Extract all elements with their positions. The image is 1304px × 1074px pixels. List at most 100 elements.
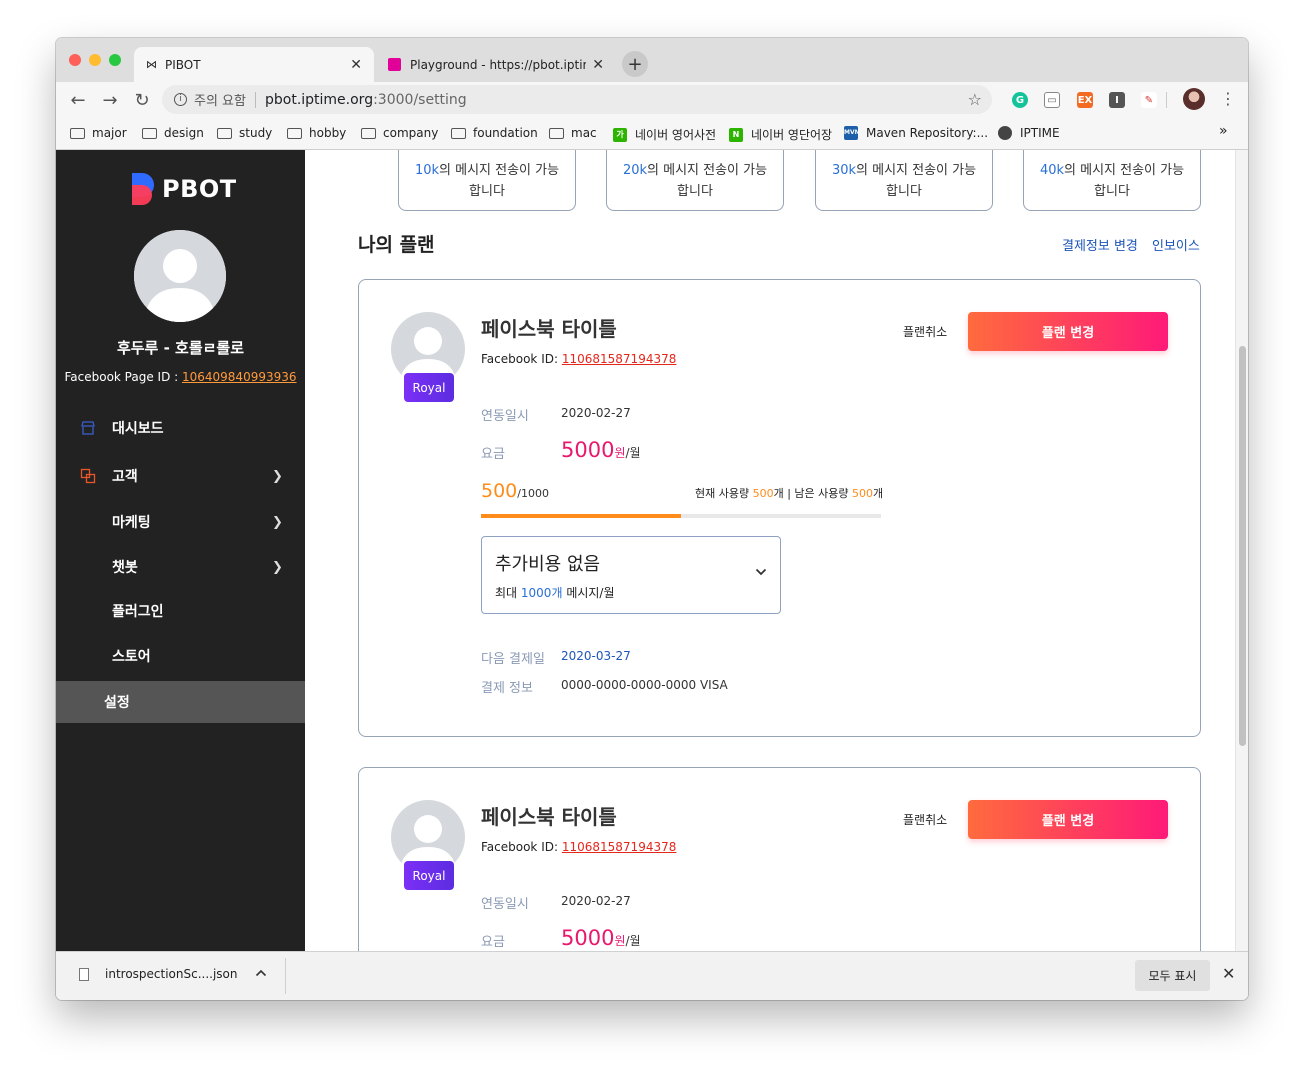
plan-card: Royal 페이스북 타이틀 Facebook ID: 110681587194… (358, 767, 1201, 951)
change-plan-button[interactable]: 플랜 변경 (968, 312, 1168, 351)
scrollbar[interactable] (1235, 150, 1248, 951)
globe-icon (998, 126, 1012, 140)
bookmark-folder-study[interactable]: study (217, 126, 272, 140)
linked-date-value: 2020-02-27 (561, 406, 631, 420)
bookmark-folder-hobby[interactable]: hobby (287, 126, 346, 140)
sidebar-item-chatbot[interactable]: 챗봇 ❯ (56, 547, 305, 587)
back-icon[interactable]: ← (66, 88, 90, 112)
bookmark-label: study (239, 126, 273, 140)
sidebar: PBOT 후두루 - 호롤ㄹ롤로 Facebook Page ID : 1064… (56, 150, 305, 951)
naver-dict-icon: 가 (613, 127, 627, 142)
address-divider (254, 91, 256, 108)
sidebar-item-store[interactable]: 스토어 (56, 636, 305, 676)
tab-title: Playground - https://pbot.iptime.org (410, 57, 586, 72)
chevron-up-icon[interactable] (255, 966, 267, 981)
bookmark-folder-design[interactable]: design (142, 126, 204, 140)
bookmark-iptime[interactable]: IPTIME (998, 126, 1060, 140)
sidebar-item-marketing[interactable]: 마케팅 ❯ (56, 502, 305, 542)
close-window-button[interactable] (69, 54, 81, 66)
bookmark-folder-company[interactable]: company (361, 126, 438, 140)
addon-dropdown[interactable]: 추가비용 없음 최대 1000개 메시지/월 (481, 536, 781, 614)
profile-avatar-icon[interactable] (1183, 88, 1205, 110)
bookmark-label: 네이버 영어사전 (635, 128, 717, 142)
forward-icon[interactable]: → (98, 88, 122, 112)
bookmarks-overflow-button[interactable]: » (1219, 123, 1228, 139)
usage-text: 개 (873, 487, 884, 500)
facebook-id: Facebook ID: 110681587194378 (481, 352, 676, 366)
facebook-id-label: Facebook ID: (481, 352, 562, 366)
tab-pibot[interactable]: ⋈ PIBOT ✕ (134, 47, 374, 82)
addon-title: 추가비용 없음 (495, 554, 601, 575)
folder-icon (142, 127, 157, 139)
pibot-favicon-icon: ⋈ (146, 58, 157, 71)
tier-card-10k[interactable]: 10k의 메시지 전송이 가능 합니다 (398, 150, 576, 211)
profile-name: 후두루 - 호롤ㄹ롤로 (116, 339, 245, 357)
tier-card-40k[interactable]: 40k의 메시지 전송이 가능 합니다 (1023, 150, 1201, 211)
minimize-window-button[interactable] (89, 54, 101, 66)
bookmark-folder-major[interactable]: major (70, 126, 127, 140)
bookmark-label: hobby (309, 126, 347, 140)
show-all-button[interactable]: 모두 표시 (1135, 960, 1210, 991)
bookmark-label: mac (571, 126, 597, 140)
sidebar-item-label: 스토어 (112, 649, 151, 665)
cast-icon[interactable]: ▭ (1044, 92, 1060, 108)
bookmark-naver-wordbook[interactable]: N 네이버 영단어장 (729, 126, 832, 143)
reload-icon[interactable]: ↻ (130, 88, 154, 112)
bookmark-label: major (92, 126, 127, 140)
profile-avatar (134, 230, 226, 322)
tier-qty: 40k (1039, 163, 1065, 178)
sidebar-item-plugin[interactable]: 플러그인 (56, 591, 305, 631)
billing-info-link[interactable]: 결제정보 변경 (1062, 235, 1138, 254)
tier-text: 의 메시지 전송이 가능 (439, 163, 560, 178)
folder-icon (451, 127, 466, 139)
usage-max: /1000 (517, 487, 549, 500)
close-icon[interactable]: ✕ (1222, 964, 1235, 983)
linked-date-label: 연동일시 (481, 897, 529, 912)
info-icon[interactable]: i (174, 93, 187, 106)
download-item[interactable]: introspectionSc....json (79, 967, 238, 981)
tier-text: 의 메시지 전송이 가능 (1064, 163, 1185, 178)
royal-badge: Royal (404, 373, 454, 402)
new-tab-button[interactable]: + (622, 51, 648, 77)
sidebar-item-settings[interactable]: 설정 (56, 681, 305, 723)
extension-info-icon[interactable]: I (1109, 92, 1125, 108)
menu-kebab-icon[interactable]: ⋮ (1220, 89, 1236, 108)
cancel-plan-button[interactable]: 플랜취소 (903, 811, 947, 828)
chevron-right-icon: ❯ (272, 468, 283, 484)
scrollbar-thumb[interactable] (1239, 346, 1246, 746)
tab-close-icon[interactable]: ✕ (350, 57, 362, 73)
invoice-link[interactable]: 인보이스 (1152, 235, 1200, 254)
tier-card-30k[interactable]: 30k의 메시지 전송이 가능 합니다 (815, 150, 993, 211)
sidebar-item-dashboard[interactable]: 대시보드 (56, 408, 305, 448)
bookmark-folder-mac[interactable]: mac (549, 126, 597, 140)
bookmark-maven[interactable]: MVN Maven Repository:... (844, 126, 988, 140)
tab-close-icon[interactable]: ✕ (592, 57, 604, 73)
bookmark-folder-foundation[interactable]: foundation (451, 126, 538, 140)
tier-card-20k[interactable]: 20k의 메시지 전송이 가능 합니다 (606, 150, 784, 211)
price-period: /월 (625, 446, 641, 460)
maximize-window-button[interactable] (109, 54, 121, 66)
price-value: 5000원/월 (561, 438, 641, 462)
facebook-id-link[interactable]: 110681587194378 (562, 840, 677, 854)
sidebar-item-label: 플러그인 (112, 604, 164, 620)
tab-playground[interactable]: Playground - https://pbot.iptime.org ✕ (376, 47, 616, 82)
plan-card: Royal 페이스북 타이틀 Facebook ID: 110681587194… (358, 279, 1201, 737)
extension-pen-icon[interactable]: ✎ (1141, 92, 1157, 108)
grammarly-icon[interactable]: G (1012, 92, 1028, 108)
pbot-logo[interactable]: PBOT (132, 173, 237, 205)
cancel-plan-button[interactable]: 플랜취소 (903, 323, 947, 340)
address-bar[interactable]: i 주의 요함 pbot.iptime.org:3000/setting ☆ (162, 85, 992, 114)
page-id-link[interactable]: 106409840993936 (182, 370, 297, 384)
sidebar-item-label: 챗봇 (112, 560, 138, 576)
tier-text: 합니다 (469, 184, 505, 199)
facebook-id-link[interactable]: 110681587194378 (562, 352, 677, 366)
bookmark-star-icon[interactable]: ☆ (968, 90, 982, 109)
change-plan-button[interactable]: 플랜 변경 (968, 800, 1168, 839)
sidebar-item-customers[interactable]: 고객 ❯ (56, 456, 305, 496)
security-warning[interactable]: 주의 요함 (194, 90, 246, 109)
bookmark-naver-dictionary[interactable]: 가 네이버 영어사전 (613, 126, 716, 143)
browser-toolbar: ← → ↻ i 주의 요함 pbot.iptime.org:3000/setti… (56, 82, 1248, 118)
price-label: 요금 (481, 447, 505, 462)
extension-ex-icon[interactable]: EX (1077, 92, 1093, 108)
bookmarks-bar: major design study hobby company foundat… (56, 118, 1248, 150)
